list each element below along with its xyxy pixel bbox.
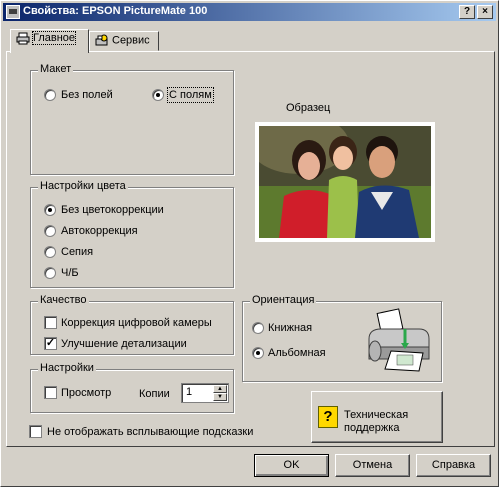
preview-option-label: Просмотр	[61, 387, 112, 399]
tab-main[interactable]: Главное	[10, 29, 89, 53]
window-title: Свойства: EPSON PictureMate 100	[23, 5, 208, 17]
landscape-radio[interactable]	[252, 347, 264, 359]
properties-dialog: Свойства: EPSON PictureMate 100 ? × Глав…	[0, 0, 499, 487]
preview-label: Образец	[286, 102, 331, 114]
black-white-radio[interactable]	[44, 267, 56, 279]
auto-correction-radio[interactable]	[44, 225, 56, 237]
question-mark-icon: ?	[318, 406, 338, 428]
maintenance-icon	[95, 34, 108, 46]
portrait-radio[interactable]	[252, 322, 264, 334]
support-line-1: Техническая	[344, 409, 409, 421]
cancel-button[interactable]: Отмена	[335, 454, 410, 477]
tab-service-label: Сервис	[112, 34, 150, 47]
copies-label: Копии	[139, 388, 170, 400]
digital-camera-correction-label: Коррекция цифровой камеры	[61, 317, 212, 329]
orientation-group-label: Ориентация	[250, 294, 317, 306]
detail-enhancement-label: Улучшение детализации	[61, 338, 187, 350]
layout-group-label: Макет	[38, 63, 74, 75]
tab-main-label: Главное	[31, 31, 77, 46]
hide-tips-label: Не отображать всплывающие подсказки	[47, 426, 254, 438]
copies-stepper[interactable]: 1 ▲ ▼	[181, 383, 229, 403]
technical-support-button[interactable]: ? Техническая поддержка	[311, 391, 443, 443]
hide-tips-checkbox[interactable]	[29, 425, 42, 438]
with-margins-label: С полям	[167, 87, 214, 103]
settings-group-label: Настройки	[38, 362, 96, 374]
preview-image	[255, 122, 435, 242]
copies-up-button[interactable]: ▲	[213, 385, 227, 393]
help-title-button[interactable]: ?	[459, 5, 475, 19]
preview-checkbox[interactable]	[44, 386, 57, 399]
no-color-correction-radio[interactable]	[44, 204, 56, 216]
copies-value[interactable]: 1	[186, 386, 192, 398]
no-color-correction-label: Без цветокоррекции	[61, 204, 164, 216]
ok-button[interactable]: OK	[254, 454, 329, 477]
color-settings-label: Настройки цвета	[38, 180, 128, 192]
printer-app-icon	[6, 5, 20, 19]
help-button[interactable]: Справка	[416, 454, 491, 477]
printer-icon	[16, 32, 30, 45]
layout-group: Макет	[30, 63, 234, 175]
photo-illustration	[259, 126, 431, 238]
quality-group-label: Качество	[38, 294, 89, 306]
copies-stepper-arrows: ▲ ▼	[213, 385, 227, 401]
borderless-radio[interactable]	[44, 89, 56, 101]
sepia-label: Сепия	[61, 246, 94, 258]
copies-down-button[interactable]: ▼	[213, 393, 227, 401]
sepia-radio[interactable]	[44, 246, 56, 258]
with-margins-radio[interactable]	[152, 89, 164, 101]
digital-camera-correction-checkbox[interactable]	[44, 316, 57, 329]
title-bar[interactable]: Свойства: EPSON PictureMate 100 ? ×	[3, 3, 496, 21]
close-button[interactable]: ×	[477, 5, 493, 19]
landscape-printer-icon	[368, 308, 430, 372]
portrait-label: Книжная	[268, 322, 313, 334]
family-photo	[259, 126, 431, 238]
support-line-2: поддержка	[344, 422, 400, 434]
auto-correction-label: Автокоррекция	[61, 225, 138, 237]
landscape-label: Альбомная	[268, 347, 326, 359]
borderless-label: Без полей	[61, 89, 113, 101]
tab-service[interactable]: Сервис	[89, 31, 159, 51]
black-white-label: Ч/Б	[61, 267, 79, 279]
detail-enhancement-checkbox[interactable]: ✓	[44, 337, 57, 350]
